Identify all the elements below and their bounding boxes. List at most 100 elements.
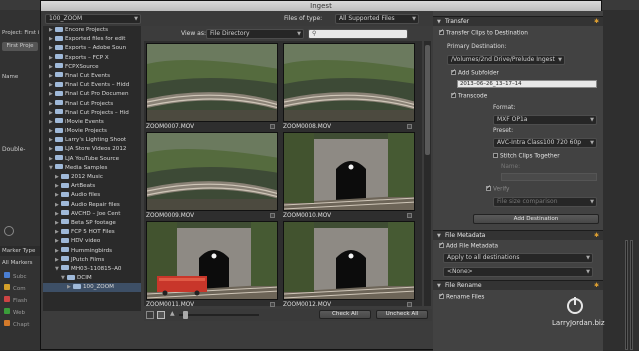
folder-tree-item[interactable]: ▶ LJA YouTube Source: [43, 155, 141, 164]
folder-label: AVCHD – Joe Cent: [71, 210, 121, 217]
folder-tree-item[interactable]: ▶ Encore Projects: [43, 26, 141, 35]
folder-icon: [61, 182, 69, 188]
folder-tree-item[interactable]: ▶ FCPXSource: [43, 63, 141, 72]
file-rename-section-header[interactable]: ▼ File Rename ✱: [433, 280, 603, 290]
clip-checkbox[interactable]: [407, 213, 412, 218]
gear-icon[interactable]: ✱: [594, 231, 599, 241]
list-view-icon[interactable]: [146, 311, 154, 319]
folder-tree-item[interactable]: ▼ DCIM: [43, 274, 141, 283]
folder-tree-item[interactable]: ▶ Audio files: [43, 191, 141, 200]
folder-tree-item[interactable]: ▶ Audio Repair files: [43, 201, 141, 210]
clip-checkbox[interactable]: [270, 302, 275, 307]
gear-icon[interactable]: ✱: [594, 281, 599, 291]
location-dropdown[interactable]: 100_ZOOM ▼: [45, 14, 141, 24]
transfer-clips-checkbox[interactable]: Transfer Clips to Destination: [439, 28, 528, 38]
clip-thumbnail[interactable]: [146, 221, 278, 300]
clip-name: ZOOM0012.MOV: [283, 302, 332, 308]
folder-tree-item[interactable]: ▶ JPutch Films: [43, 256, 141, 265]
folder-tree-item[interactable]: ▶ HDV video: [43, 237, 141, 246]
add-subfolder-checkbox[interactable]: Add Subfolder: [451, 68, 499, 78]
folder-label: Encore Projects: [65, 27, 109, 33]
marker-type-item[interactable]: Subc: [4, 272, 27, 280]
clip-checkbox[interactable]: [270, 124, 275, 129]
disclosure-open-icon: ▼: [437, 19, 441, 25]
subfolder-field[interactable]: 2013–06–26_13–17–14: [457, 80, 597, 88]
folder-tree-item[interactable]: ▶ AVCHD – Joe Cent: [43, 210, 141, 219]
thumbnail-view-icon[interactable]: [157, 311, 165, 319]
scrollbar-thumb[interactable]: [425, 45, 430, 155]
file-metadata-header-label: File Metadata: [445, 232, 486, 239]
folder-label: Exports – FCP X: [65, 54, 109, 61]
view-as-dropdown[interactable]: File Directory ▼: [206, 29, 304, 39]
rename-files-checkbox[interactable]: Rename Files: [439, 292, 484, 302]
marker-color-icon: [4, 296, 10, 302]
marker-type-item[interactable]: Com: [4, 284, 26, 292]
folder-tree-item[interactable]: ▶ Final Cut Events – Hidd: [43, 81, 141, 90]
folder-tree-item[interactable]: ▶ iMovie Projects: [43, 127, 141, 136]
folder-tree-item[interactable]: ▶ 2012 Music: [43, 173, 141, 182]
marker-type-label: Marker Type: [0, 246, 42, 256]
stitch-clips-checkbox[interactable]: Stitch Clips Together: [493, 153, 560, 161]
marker-type-item[interactable]: Chapt: [4, 320, 29, 328]
files-of-type-dropdown[interactable]: All Supported Files ▼: [335, 14, 419, 24]
file-metadata-section-header[interactable]: ▼ File Metadata ✱: [433, 230, 603, 240]
folder-tree-item[interactable]: ▶ iMovie Events: [43, 118, 141, 127]
uncheck-all-button[interactable]: Uncheck All: [376, 310, 428, 319]
folder-tree-item[interactable]: ▶ Final Cut Projects: [43, 100, 141, 109]
clip-thumbnail[interactable]: [283, 132, 415, 211]
transfer-section-header[interactable]: ▼ Transfer ✱: [433, 16, 603, 26]
check-all-button[interactable]: Check All: [319, 310, 371, 319]
close-circle-icon[interactable]: [4, 226, 14, 236]
folder-icon: [73, 283, 81, 289]
folder-tree-item[interactable]: ▶ 100_ZOOM: [43, 283, 141, 293]
disclosure-open-icon: ▼: [437, 283, 441, 289]
search-input[interactable]: ⚲: [308, 29, 408, 39]
grid-scrollbar[interactable]: [424, 41, 431, 306]
watermark-site: LarryJordan.biz: [552, 319, 605, 327]
marker-type-label: Subc: [13, 274, 27, 280]
gear-icon[interactable]: ✱: [594, 17, 599, 27]
preset-dropdown[interactable]: AVC-Intra Class100 720 60p ▼: [493, 138, 597, 148]
marker-type-item[interactable]: Web: [4, 308, 25, 316]
folder-label: Final Cut Events – Hidd: [65, 82, 130, 89]
checkbox-icon: [486, 184, 491, 191]
clip-checkbox[interactable]: [270, 213, 275, 218]
slider-handle[interactable]: [183, 311, 188, 319]
folder-label: Larry's Lighting Shoot: [65, 137, 127, 144]
folder-tree-item[interactable]: ▶ Exported files for edit: [43, 35, 141, 44]
format-dropdown[interactable]: MXF OP1a ▼: [493, 115, 597, 125]
transfer-header-label: Transfer: [445, 18, 470, 25]
thumbnail-size-slider[interactable]: [179, 311, 259, 319]
chevron-down-icon: ▼: [586, 269, 590, 275]
folder-tree-item[interactable]: ▶ ArtBeats: [43, 182, 141, 191]
transcode-checkbox[interactable]: Transcode: [451, 91, 487, 101]
folder-tree-item[interactable]: ▼ Media Samples: [43, 164, 141, 173]
folder-tree-item[interactable]: ▶ Larry's Lighting Shoot: [43, 136, 141, 145]
add-destination-button[interactable]: Add Destination: [473, 214, 599, 224]
folder-tree-item[interactable]: ▶ FCP 5 HOT Files: [43, 228, 141, 237]
folder-tree-item[interactable]: ▶ Final Cut Events: [43, 72, 141, 81]
clip-thumbnail[interactable]: [283, 43, 415, 122]
folder-tree-item[interactable]: ▼ MH03–110815–A0: [43, 265, 141, 274]
folder-tree-item[interactable]: ▶ Beta SP footage: [43, 219, 141, 228]
folder-tree-item[interactable]: ▶ Hummingbirds: [43, 247, 141, 256]
clip-checkbox[interactable]: [407, 124, 412, 129]
metadata-template-dropdown[interactable]: <None> ▼: [443, 267, 593, 277]
folder-tree-item[interactable]: ▶ Exports – Adobe Soun: [43, 44, 141, 53]
clip-thumbnail[interactable]: [283, 221, 415, 300]
clip-thumbnail[interactable]: [146, 43, 278, 122]
first-project-button[interactable]: First Proje: [2, 42, 38, 51]
apply-destinations-dropdown[interactable]: Apply to all destinations ▼: [443, 253, 593, 263]
transfer-clips-label: Transfer Clips to Destination: [446, 30, 528, 37]
marker-type-item[interactable]: Flash: [4, 296, 27, 304]
marker-type-label: Flash: [13, 298, 28, 304]
clip-checkbox[interactable]: [407, 302, 412, 307]
clip-thumbnail[interactable]: [146, 132, 278, 211]
folder-icon: [55, 145, 63, 151]
add-file-metadata-checkbox[interactable]: Add File Metadata: [439, 241, 498, 251]
primary-destination-dropdown[interactable]: /Volumes/2nd Drive/Prelude Ingest ▼: [447, 55, 565, 65]
folder-tree-item[interactable]: ▶ LJA Store Videos 2012: [43, 145, 141, 154]
folder-tree-item[interactable]: ▶ Final Cut Pro Documen: [43, 90, 141, 99]
folder-tree-item[interactable]: ▶ Final Cut Projects – Hid: [43, 109, 141, 118]
folder-tree-item[interactable]: ▶ Exports – FCP X: [43, 54, 141, 63]
